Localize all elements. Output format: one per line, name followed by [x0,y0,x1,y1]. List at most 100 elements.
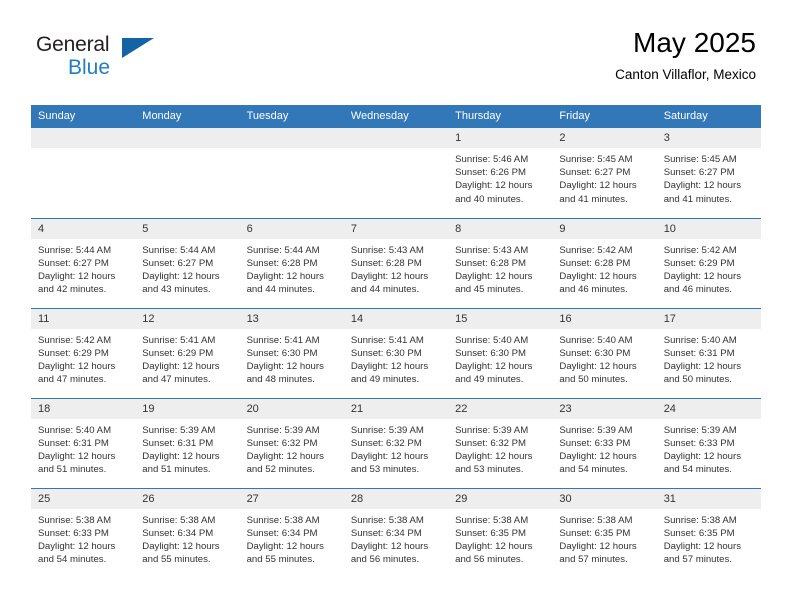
calendar-day-cell[interactable]: 16 Sunrise: 5:40 AM Sunset: 6:30 PM Dayligh… [552,307,657,398]
day-number: 1 [448,128,553,148]
calendar-page: General Blue May 2025 Canton Villaflor, … [0,0,792,612]
day-number: 6 [239,218,344,239]
day-number: 10 [656,218,761,239]
day-number: 25 [31,488,136,509]
calendar-day-cell[interactable]: 28 Sunrise: 5:38 AM Sunset: 6:34 PM Dayligh… [343,487,449,578]
brand-logo[interactable]: General Blue [36,28,166,86]
sunrise-text: Sunrise: 5:40 AM [559,334,633,346]
calendar-day-cell[interactable]: 4 Sunrise: 5:44 AM Sunset: 6:27 PM Daylight… [31,217,136,308]
sunrise-text: Sunrise: 5:42 AM [559,244,633,256]
calendar-week-row: 25 Sunrise: 5:38 AM Sunset: 6:33 PM Dayligh… [31,487,761,578]
calendar-day-cell[interactable]: 22 Sunrise: 5:39 AM Sunset: 6:32 PM Dayligh… [448,397,553,488]
calendar-day-cell[interactable]: 2 Sunrise: 5:45 AM Sunset: 6:27 PM Daylight… [552,128,657,218]
calendar-day-cell[interactable]: 7 Sunrise: 5:43 AM Sunset: 6:28 PM Daylight… [343,217,449,308]
daylight-text-line2: and 40 minutes. [455,193,524,205]
sunrise-text: Sunrise: 5:41 AM [350,334,424,346]
calendar-day-cell[interactable]: 15 Sunrise: 5:40 AM Sunset: 6:30 PM Dayligh… [448,307,553,398]
daylight-text-line2: and 49 minutes. [455,374,524,386]
daylight-text-line1: Daylight: 12 hours [663,180,742,192]
calendar-day-cell[interactable]: 17 Sunrise: 5:40 AM Sunset: 6:31 PM Dayligh… [656,307,761,398]
day-number: 4 [31,218,136,239]
daylight-text-line2: and 49 minutes. [350,374,420,386]
calendar-day-cell[interactable]: 1 Sunrise: 5:46 AM Sunset: 6:26 PM Daylight… [448,128,553,218]
daylight-text-line2: and 44 minutes. [246,284,315,296]
weekday-header-sunday: Sunday [31,105,136,128]
calendar-day-cell[interactable]: 9 Sunrise: 5:42 AM Sunset: 6:28 PM Daylight… [552,217,657,308]
weekday-header-friday: Friday [552,105,657,128]
calendar-day-cell[interactable]: 27 Sunrise: 5:38 AM Sunset: 6:34 PM Dayligh… [239,487,344,578]
calendar-day-cell[interactable]: 3 Sunrise: 5:45 AM Sunset: 6:27 PM Daylight… [656,128,761,218]
calendar-day-cell[interactable]: 29 Sunrise: 5:38 AM Sunset: 6:35 PM Dayligh… [448,487,553,578]
calendar-day-cell[interactable]: 25 Sunrise: 5:38 AM Sunset: 6:33 PM Dayligh… [31,487,136,578]
daylight-text-line2: and 47 minutes. [38,374,107,386]
day-number: 8 [448,218,553,239]
daylight-text-line1: Daylight: 12 hours [455,540,533,552]
calendar-day-cell[interactable]: 20 Sunrise: 5:39 AM Sunset: 6:32 PM Dayligh… [239,397,344,488]
day-details: Sunrise: 5:41 AM Sunset: 6:30 PM Daylight:… [344,329,448,387]
calendar-day-cell[interactable]: 18 Sunrise: 5:40 AM Sunset: 6:31 PM Dayligh… [31,397,136,488]
day-number: 30 [552,488,657,509]
sunrise-text: Sunrise: 5:44 AM [246,244,320,256]
sunrise-text: Sunrise: 5:40 AM [38,424,112,436]
calendar-day-cell[interactable]: 8 Sunrise: 5:43 AM Sunset: 6:28 PM Daylight… [448,217,553,308]
day-details: Sunrise: 5:38 AM Sunset: 6:33 PM Daylight:… [31,509,135,567]
calendar-day-cell[interactable]: 10 Sunrise: 5:42 AM Sunset: 6:29 PM Dayligh… [656,217,761,308]
sunrise-text: Sunrise: 5:38 AM [663,514,737,526]
calendar-header-row: Sunday Monday Tuesday Wednesday Thursday Frid… [31,105,761,128]
daylight-text-line1: Daylight: 12 hours [559,360,637,372]
sunrise-text: Sunrise: 5:38 AM [142,514,216,526]
sunrise-text: Sunrise: 5:44 AM [142,244,216,256]
page-title: May 2025 [633,27,756,58]
calendar-day-cell[interactable]: 6 Sunrise: 5:44 AM Sunset: 6:28 PM Daylight… [239,217,344,308]
sunrise-text: Sunrise: 5:39 AM [559,424,633,436]
calendar-grid: Sunday Monday Tuesday Wednesday Thursday Frid… [31,105,761,578]
day-number: 13 [239,308,344,329]
day-number: 3 [656,128,761,148]
calendar-day-cell[interactable]: 19 Sunrise: 5:39 AM Sunset: 6:31 PM Dayligh… [135,397,240,488]
weekday-header-wednesday: Wednesday [343,105,449,128]
day-number: 7 [343,218,449,239]
sunset-text: Sunset: 6:31 PM [142,437,214,449]
day-number: 21 [343,398,449,419]
day-details: Sunrise: 5:39 AM Sunset: 6:33 PM Daylight:… [657,419,761,477]
calendar-day-cell[interactable]: 14 Sunrise: 5:41 AM Sunset: 6:30 PM Dayligh… [343,307,449,398]
calendar-day-cell[interactable]: 11 Sunrise: 5:42 AM Sunset: 6:29 PM Dayligh… [31,307,136,398]
sunrise-text: Sunrise: 5:38 AM [246,514,320,526]
daylight-text-line2: and 41 minutes. [559,193,628,205]
sunrise-text: Sunrise: 5:38 AM [350,514,424,526]
calendar-day-cell[interactable]: 13 Sunrise: 5:41 AM Sunset: 6:30 PM Dayligh… [239,307,344,398]
day-number: 2 [552,128,657,148]
calendar-day-cell[interactable]: 30 Sunrise: 5:38 AM Sunset: 6:35 PM Dayligh… [552,487,657,578]
daylight-text-line1: Daylight: 12 hours [246,360,324,372]
sunset-text: Sunset: 6:33 PM [38,527,109,539]
day-details: Sunrise: 5:38 AM Sunset: 6:35 PM Daylight:… [657,509,761,567]
calendar-day-cell[interactable]: 23 Sunrise: 5:39 AM Sunset: 6:33 PM Dayligh… [552,397,657,488]
daylight-text-line2: and 42 minutes. [38,284,107,296]
daylight-text-line1: Daylight: 12 hours [455,360,533,372]
calendar-day-cell[interactable]: 26 Sunrise: 5:38 AM Sunset: 6:34 PM Dayligh… [135,487,240,578]
day-details: Sunrise: 5:38 AM Sunset: 6:35 PM Daylight:… [552,509,656,567]
sunset-text: Sunset: 6:28 PM [350,257,422,269]
sunrise-text: Sunrise: 5:39 AM [663,424,737,436]
sunset-text: Sunset: 6:28 PM [246,257,318,269]
sunset-text: Sunset: 6:32 PM [455,437,527,449]
calendar-day-cell-empty [135,128,240,218]
sunrise-text: Sunrise: 5:45 AM [663,154,737,165]
day-number: 24 [656,398,761,419]
day-number: 26 [135,488,240,509]
sunrise-text: Sunrise: 5:38 AM [559,514,633,526]
daylight-text-line1: Daylight: 12 hours [559,270,637,282]
calendar-day-cell[interactable]: 31 Sunrise: 5:38 AM Sunset: 6:35 PM Dayligh… [656,487,761,578]
calendar-day-cell[interactable]: 5 Sunrise: 5:44 AM Sunset: 6:27 PM Daylight… [135,217,240,308]
calendar-day-cell[interactable]: 12 Sunrise: 5:41 AM Sunset: 6:29 PM Dayligh… [135,307,240,398]
day-details: Sunrise: 5:41 AM Sunset: 6:29 PM Daylight:… [135,329,239,387]
day-number: 28 [343,488,449,509]
day-details: Sunrise: 5:42 AM Sunset: 6:29 PM Daylight:… [31,329,135,387]
day-details: Sunrise: 5:39 AM Sunset: 6:32 PM Daylight:… [240,419,344,477]
calendar-day-cell[interactable]: 21 Sunrise: 5:39 AM Sunset: 6:32 PM Dayligh… [343,397,449,488]
sunset-text: Sunset: 6:30 PM [455,347,527,359]
sunrise-text: Sunrise: 5:39 AM [142,424,216,436]
calendar-day-cell[interactable]: 24 Sunrise: 5:39 AM Sunset: 6:33 PM Dayligh… [656,397,761,488]
daylight-text-line2: and 45 minutes. [455,284,524,296]
daylight-text-line1: Daylight: 12 hours [455,180,533,192]
